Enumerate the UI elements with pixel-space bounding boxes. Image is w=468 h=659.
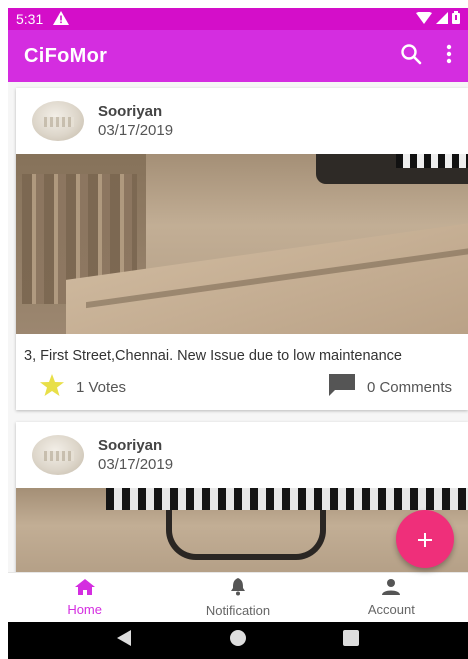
post-footer: 1 Votes 0 Comments xyxy=(16,370,468,400)
recents-icon[interactable] xyxy=(343,630,360,651)
system-navigation-bar xyxy=(8,622,468,659)
bottom-navigation: Home Notification Account xyxy=(8,572,468,622)
wifi-icon xyxy=(416,11,432,27)
nav-item-home[interactable]: Home xyxy=(8,573,161,622)
status-bar: 5:31 xyxy=(8,8,468,30)
home-circle-icon[interactable] xyxy=(229,630,246,651)
comment-icon[interactable] xyxy=(328,374,355,400)
avatar xyxy=(32,101,84,141)
post-feed[interactable]: Sooriyan 03/17/2019 3, First Street,Chen… xyxy=(8,82,468,572)
nav-label: Account xyxy=(367,601,415,617)
nav-label: Notification xyxy=(205,602,271,618)
bell-icon xyxy=(230,577,246,599)
star-icon[interactable] xyxy=(40,374,64,400)
post-card[interactable]: Sooriyan 03/17/2019 3, First Street,Chen… xyxy=(16,88,468,410)
app-bar: CiFoMor xyxy=(8,30,468,82)
nav-item-notification[interactable]: Notification xyxy=(161,573,314,622)
post-header: Sooriyan 03/17/2019 xyxy=(16,422,468,488)
post-header: Sooriyan 03/17/2019 xyxy=(16,88,468,154)
status-time: 5:31 xyxy=(16,11,44,27)
nav-label: Home xyxy=(67,601,102,617)
home-icon xyxy=(74,578,95,598)
back-icon[interactable] xyxy=(116,630,133,651)
vote-button[interactable]: 1 Votes xyxy=(40,374,126,400)
signal-icon xyxy=(436,11,448,27)
warning-icon xyxy=(53,10,70,28)
battery-icon xyxy=(452,11,460,27)
post-author: Sooriyan xyxy=(98,437,163,454)
post-author: Sooriyan xyxy=(98,103,163,120)
post-date: 03/17/2019 xyxy=(98,456,174,473)
post-date: 03/17/2019 xyxy=(98,122,174,139)
person-icon xyxy=(382,578,401,598)
overflow-menu-icon[interactable] xyxy=(446,44,452,69)
app-title: CiFoMor xyxy=(24,44,108,67)
vote-count: 1 Votes xyxy=(76,378,127,396)
post-image[interactable] xyxy=(16,154,468,334)
add-post-button[interactable] xyxy=(396,510,454,568)
comment-count: 0 Comments xyxy=(366,378,452,396)
nav-item-account[interactable]: Account xyxy=(315,573,468,622)
plus-icon xyxy=(417,523,433,555)
avatar xyxy=(32,435,84,475)
search-icon[interactable] xyxy=(400,43,422,70)
comments-button[interactable]: 0 Comments xyxy=(328,374,452,400)
post-description: 3, First Street,Chennai. New Issue due t… xyxy=(24,348,402,364)
